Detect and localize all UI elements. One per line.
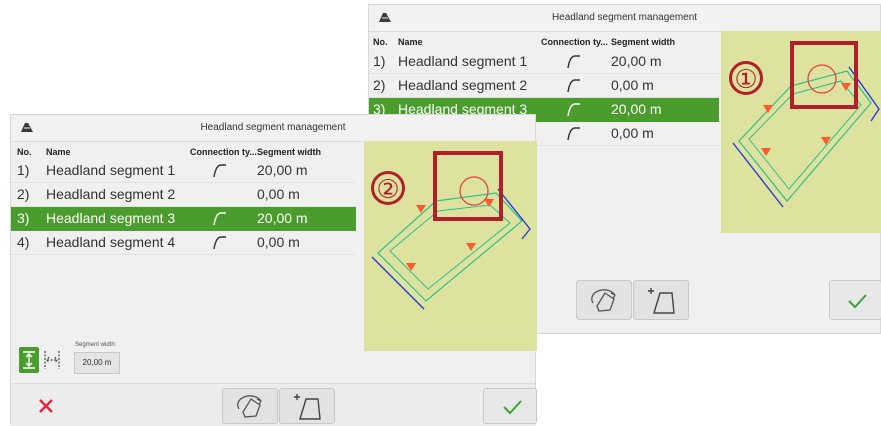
close-icon xyxy=(39,399,53,413)
front-highlight-box xyxy=(433,151,503,221)
segment-width-field[interactable]: 20,00 m xyxy=(74,352,120,374)
front-dialog-titlebar: Headland segment management xyxy=(11,115,535,142)
col-width: Segment width xyxy=(611,37,676,47)
full-width-icon xyxy=(23,351,35,369)
rotate-field-button[interactable] xyxy=(222,388,278,424)
rotate-field-icon xyxy=(591,289,616,312)
col-no: No. xyxy=(17,147,32,157)
front-dialog-title: Headland segment management xyxy=(200,122,346,133)
connection-type-icon xyxy=(567,103,580,117)
table-row[interactable]: 2) Headland segment 2 0,00 m xyxy=(11,183,356,207)
connection-type-icon xyxy=(213,236,226,250)
add-segment-button[interactable] xyxy=(279,388,335,424)
back-table-header: No. Name Connection ty... Segment width xyxy=(369,35,719,51)
back-dialog-titlebar: Headland segment management xyxy=(369,5,880,32)
col-connection: Connection ty... xyxy=(190,147,257,157)
connection-type-icon xyxy=(213,212,226,226)
checkmark-icon xyxy=(503,400,522,415)
back-dialog-title: Headland segment management xyxy=(551,12,698,23)
back-table-row[interactable]: 1) Headland segment 1 20,00 m xyxy=(369,50,719,74)
checkmark-icon xyxy=(848,294,867,309)
split-width-icon xyxy=(44,351,60,369)
width-mode-split-button[interactable] xyxy=(41,347,63,373)
col-no: No. xyxy=(373,37,388,47)
callout-number-2: ② xyxy=(371,171,405,205)
table-row[interactable]: 4) Headland segment 4 0,00 m xyxy=(11,231,356,255)
front-dialog: Headland segment management No. Name Con… xyxy=(10,114,537,426)
rotate-field-icon xyxy=(237,395,262,418)
width-mode-full-button[interactable] xyxy=(19,347,39,373)
front-dialog-footer xyxy=(11,383,537,426)
confirm-button[interactable] xyxy=(829,280,881,320)
back-highlight-box xyxy=(790,41,858,109)
col-name: Name xyxy=(398,37,423,47)
table-row-selected[interactable]: 3) Headland segment 3 20,00 m xyxy=(11,207,356,231)
col-connection: Connection ty... xyxy=(541,37,608,47)
app-logo-icon xyxy=(379,13,391,22)
connection-type-icon xyxy=(567,79,580,93)
connection-type-icon xyxy=(567,55,580,69)
add-segment-icon xyxy=(648,288,675,314)
connection-type-icon xyxy=(567,127,580,141)
add-segment-icon xyxy=(294,394,321,420)
cancel-button[interactable] xyxy=(21,392,71,420)
col-name: Name xyxy=(46,147,71,157)
confirm-button[interactable] xyxy=(483,388,537,424)
segment-width-label: Segment width: xyxy=(75,342,117,348)
add-segment-button[interactable] xyxy=(633,280,689,320)
back-table-row[interactable]: 2) Headland segment 2 0,00 m xyxy=(369,74,719,98)
rotate-field-button[interactable] xyxy=(576,280,632,320)
callout-number-1: ① xyxy=(729,61,763,95)
table-row[interactable]: 1) Headland segment 1 20,00 m xyxy=(11,159,356,183)
col-width: Segment width xyxy=(257,147,322,157)
app-logo-icon xyxy=(21,123,33,132)
connection-type-icon xyxy=(213,164,226,178)
